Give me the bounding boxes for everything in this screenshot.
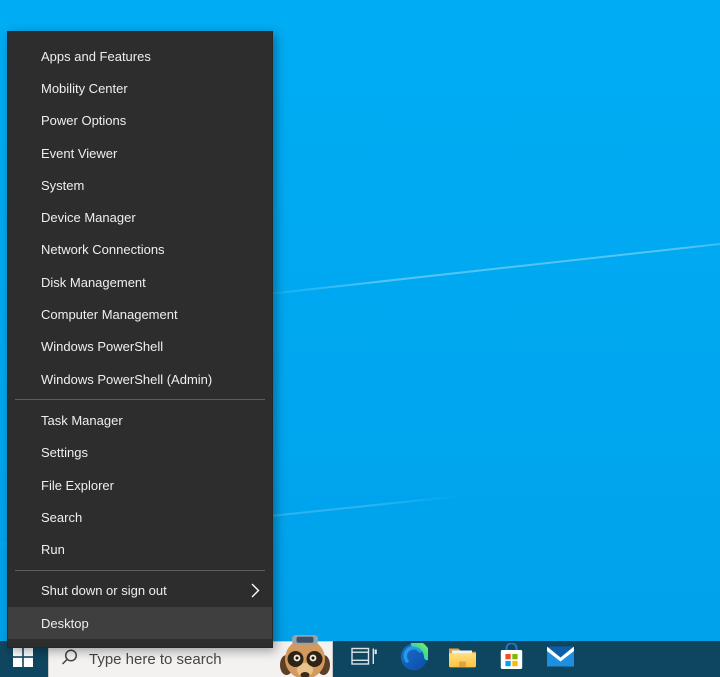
file-explorer-button[interactable]	[438, 641, 487, 677]
edge-button[interactable]	[389, 641, 438, 677]
file-explorer-icon	[448, 645, 477, 673]
menu-item-label: Task Manager	[41, 413, 123, 428]
start-icon	[13, 647, 33, 672]
menu-item-label: Windows PowerShell	[41, 339, 163, 354]
menu-item-search[interactable]: Search	[8, 501, 272, 533]
winx-menu-list: Apps and Features Mobility Center Power …	[8, 40, 272, 639]
store-icon	[499, 643, 524, 676]
menu-item-label: Disk Management	[41, 275, 146, 290]
menu-item-event-viewer[interactable]: Event Viewer	[8, 137, 272, 169]
menu-item-power-options[interactable]: Power Options	[8, 105, 272, 137]
chevron-right-icon	[251, 583, 260, 598]
menu-item-label: Apps and Features	[41, 49, 151, 64]
menu-item-label: Mobility Center	[41, 81, 128, 96]
menu-item-shut-down-or-sign-out[interactable]: Shut down or sign out	[8, 575, 272, 607]
task-view-button[interactable]	[340, 641, 389, 677]
wallpaper-light-beam	[240, 235, 720, 298]
task-view-icon	[351, 645, 378, 673]
menu-item-label: Windows PowerShell (Admin)	[41, 372, 212, 387]
menu-item-computer-management[interactable]: Computer Management	[8, 298, 272, 330]
menu-item-label: Search	[41, 510, 82, 525]
mail-button[interactable]	[536, 641, 585, 677]
menu-item-label: Event Viewer	[41, 146, 117, 161]
store-button[interactable]	[487, 641, 536, 677]
menu-item-disk-management[interactable]: Disk Management	[8, 266, 272, 298]
menu-item-label: File Explorer	[41, 478, 114, 493]
menu-separator	[15, 570, 265, 571]
menu-item-desktop[interactable]: Desktop	[8, 607, 272, 639]
menu-item-settings[interactable]: Settings	[8, 437, 272, 469]
menu-item-run[interactable]: Run	[8, 533, 272, 565]
menu-item-apps-and-features[interactable]: Apps and Features	[8, 40, 272, 72]
menu-item-label: Network Connections	[41, 242, 165, 257]
search-input[interactable]	[89, 651, 289, 668]
menu-item-label: Device Manager	[41, 210, 136, 225]
menu-item-label: Desktop	[41, 616, 89, 631]
menu-item-label: System	[41, 178, 84, 193]
menu-item-windows-powershell-admin[interactable]: Windows PowerShell (Admin)	[8, 363, 272, 395]
edge-icon	[400, 643, 428, 676]
menu-item-file-explorer[interactable]: File Explorer	[8, 469, 272, 501]
menu-separator	[15, 399, 265, 400]
mail-icon	[546, 645, 575, 673]
menu-item-windows-powershell[interactable]: Windows PowerShell	[8, 331, 272, 363]
menu-item-task-manager[interactable]: Task Manager	[8, 404, 272, 436]
menu-item-device-manager[interactable]: Device Manager	[8, 201, 272, 233]
menu-item-label: Run	[41, 542, 65, 557]
menu-item-network-connections[interactable]: Network Connections	[8, 234, 272, 266]
menu-item-mobility-center[interactable]: Mobility Center	[8, 72, 272, 104]
menu-item-label: Shut down or sign out	[41, 583, 167, 598]
menu-item-label: Computer Management	[41, 307, 178, 322]
taskbar-app-buttons	[340, 641, 585, 677]
search-icon	[60, 648, 79, 672]
winx-context-menu: Apps and Features Mobility Center Power …	[7, 31, 273, 648]
pet-face-icon[interactable]	[279, 635, 331, 677]
menu-item-system[interactable]: System	[8, 169, 272, 201]
menu-item-label: Settings	[41, 445, 88, 460]
menu-item-label: Power Options	[41, 113, 126, 128]
